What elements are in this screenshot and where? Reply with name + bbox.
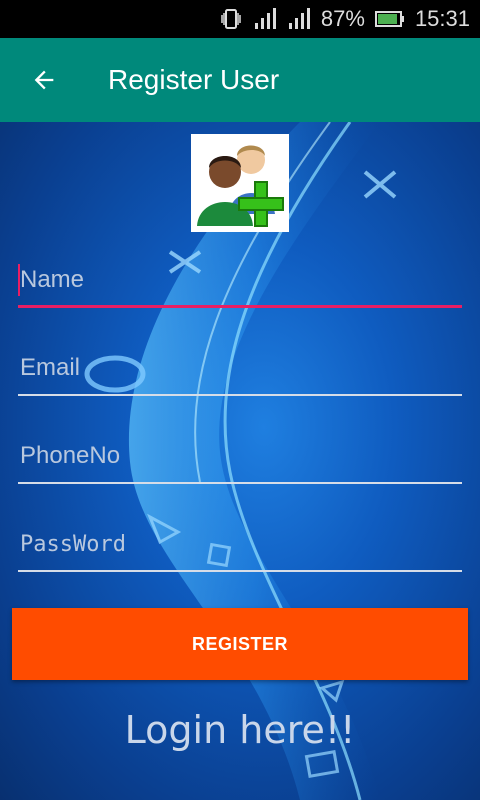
back-button[interactable]: [22, 58, 66, 102]
phone-input[interactable]: [18, 436, 460, 476]
login-link[interactable]: Login here!!: [0, 708, 480, 752]
text-cursor: [18, 264, 20, 296]
app-bar: Register User: [0, 38, 480, 122]
email-underline: [18, 394, 462, 396]
name-field: [18, 248, 462, 308]
name-input[interactable]: [18, 260, 460, 300]
arrow-left-icon: [34, 70, 54, 90]
password-input[interactable]: [18, 524, 460, 564]
vibrate-icon: [219, 7, 243, 31]
password-underline: [18, 570, 462, 572]
status-bar: 87% 15:31: [0, 0, 480, 38]
battery-percent: 87%: [320, 6, 365, 31]
page-title: Register User: [108, 64, 280, 95]
register-button[interactable]: REGISTER: [12, 608, 468, 680]
email-field: [18, 336, 462, 396]
password-field: [18, 512, 462, 572]
signal-icon: [287, 7, 311, 31]
email-input[interactable]: [18, 348, 460, 388]
add-user-icon: [191, 134, 289, 232]
phone-underline: [18, 482, 462, 484]
signal-icon: [253, 7, 277, 31]
name-underline: [18, 305, 462, 308]
status-icons: 87% 15:31: [219, 0, 470, 38]
phone-field: [18, 424, 462, 484]
battery-icon: [374, 10, 405, 28]
register-form: REGISTER Login here!!: [0, 122, 480, 800]
status-time: 15:31: [414, 6, 470, 31]
